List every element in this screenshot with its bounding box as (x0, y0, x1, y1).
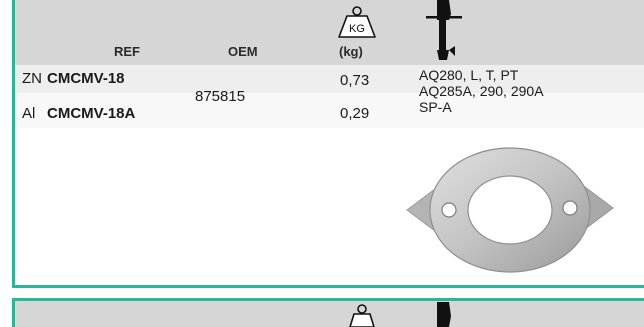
application-item: SP-A (419, 99, 452, 115)
application-list: AQ280, L, T, PT AQ285A, 290, 290A SP-A (419, 67, 544, 115)
ref-code: CMCMV-18 (47, 70, 125, 87)
weight-unit-header: (kg) (339, 44, 363, 59)
outboard-motor-icon (437, 302, 451, 327)
weight-icon (349, 304, 375, 327)
ref-header: REF (114, 44, 140, 59)
anode-ring-icon (406, 147, 614, 273)
weight-value: 0,73 (340, 72, 370, 89)
oem-code: 875815 (195, 88, 246, 105)
application-item: AQ280, L, T, PT (419, 67, 519, 83)
material-code: ZN (22, 70, 42, 87)
weight-icon: KG (338, 6, 376, 38)
table-header (15, 0, 644, 65)
material-code: Al (22, 105, 36, 122)
application-item: AQ285A, 290, 290A (419, 83, 544, 99)
weight-icon-label: KG (349, 23, 365, 35)
oem-header: OEM (228, 44, 258, 59)
weight-value: 0,29 (340, 105, 370, 122)
ref-code: CMCMV-18A (47, 105, 136, 122)
outboard-motor-icon (426, 0, 462, 60)
next-table-header (15, 301, 644, 327)
